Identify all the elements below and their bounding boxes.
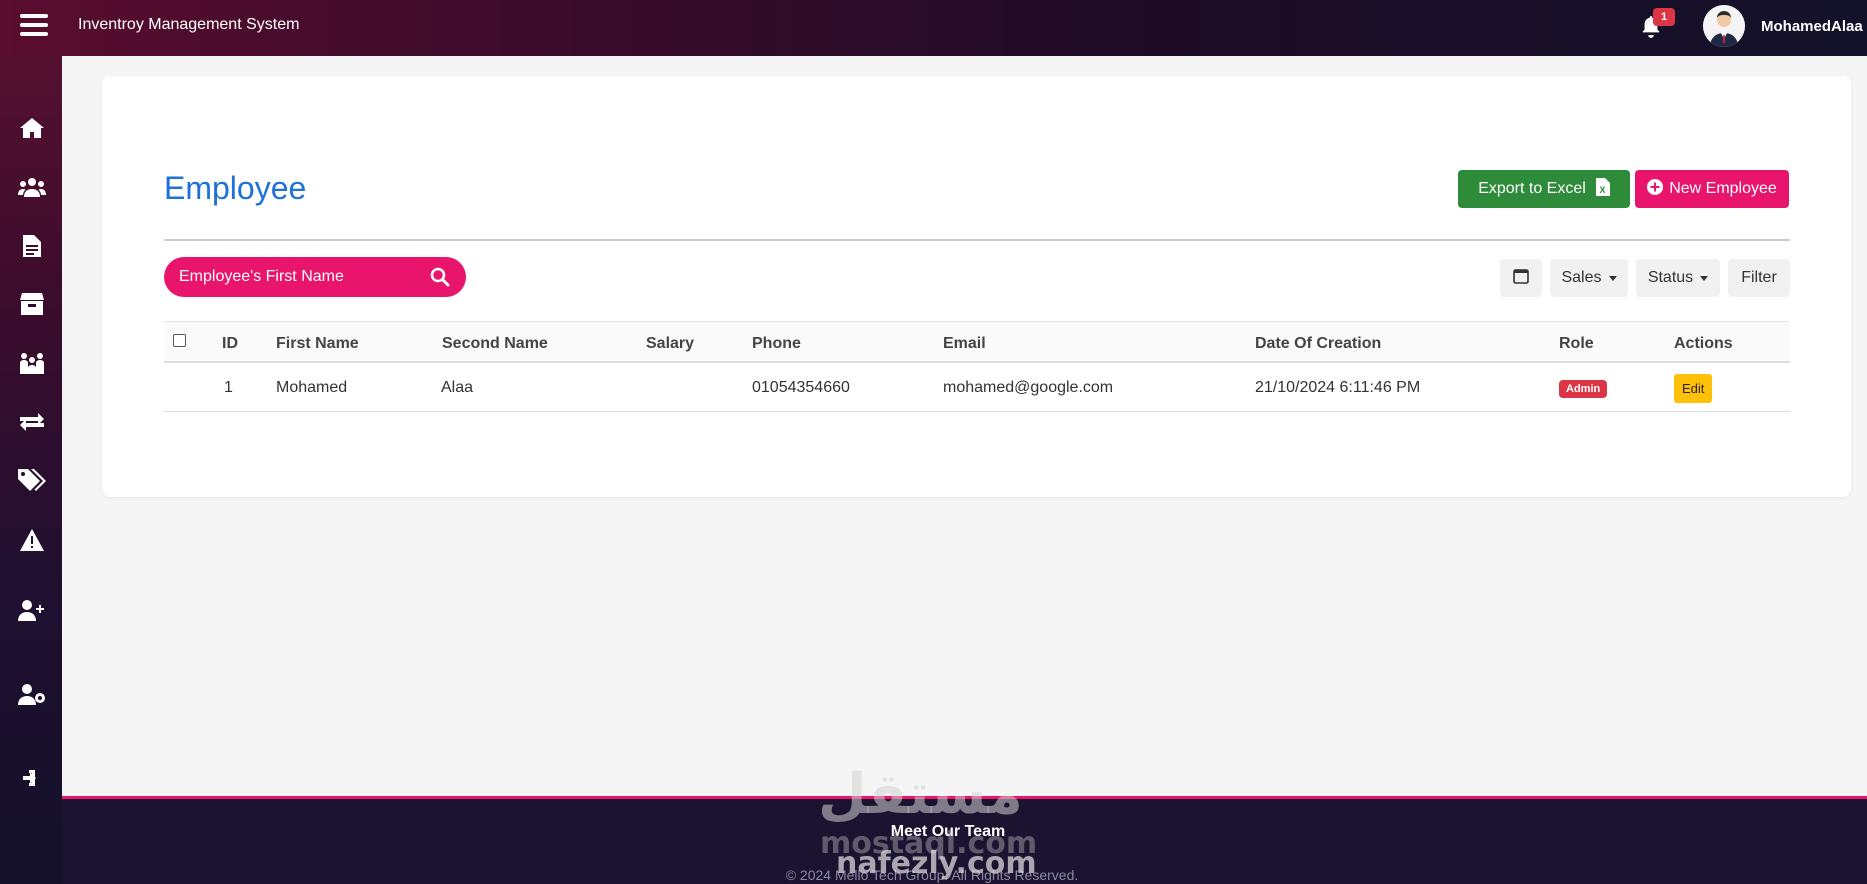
export-excel-label: Export to Excel (1478, 180, 1586, 197)
new-employee-label: New Employee (1669, 180, 1777, 197)
row-phone: 01054354660 (752, 379, 850, 396)
row-second-name: Alaa (441, 379, 474, 396)
role-badge: Admin (1559, 380, 1608, 398)
row-date-created: 21/10/2024 6:11:46 PM (1255, 379, 1421, 396)
svg-text:X: X (1599, 185, 1605, 195)
row-first-name: Mohamed (276, 379, 348, 396)
chevron-down-icon (1700, 275, 1709, 281)
plus-circle-icon (1647, 178, 1664, 200)
sales-dropdown[interactable]: Sales (1550, 259, 1628, 297)
excel-file-icon: X (1595, 177, 1610, 201)
row-email: mohamed@google.com (943, 379, 1114, 396)
page-title: Employee (164, 170, 307, 206)
search-icon[interactable] (430, 267, 450, 287)
table-row: 1 Mohamed Alaa 01054354660 mohamed@googl… (164, 363, 1790, 412)
tags-icon[interactable] (17, 467, 47, 495)
search-box (164, 257, 466, 297)
document-icon[interactable] (17, 232, 47, 260)
sales-dropdown-label: Sales (1561, 269, 1602, 286)
avatar[interactable] (1703, 5, 1745, 47)
export-excel-button[interactable]: Export to Excel X (1458, 170, 1630, 208)
user-plus-icon[interactable] (17, 596, 47, 624)
column-header-role: Role (1559, 335, 1594, 352)
logout-icon[interactable] (17, 764, 47, 792)
filter-button-label: Filter (1741, 269, 1777, 286)
title-divider (164, 239, 1790, 241)
team-icon[interactable] (17, 349, 47, 377)
column-header-first-name: First Name (276, 335, 359, 352)
app-title: Inventroy Management System (78, 16, 300, 33)
column-header-id: ID (222, 335, 238, 352)
user-settings-icon[interactable] (17, 680, 47, 708)
edit-button[interactable]: Edit (1674, 374, 1713, 403)
warning-icon[interactable] (17, 526, 47, 554)
column-header-date-of-creation: Date Of Creation (1255, 335, 1382, 352)
home-icon[interactable] (17, 114, 47, 142)
watermark-mostaql-arabic: مستقل (818, 762, 1023, 827)
employee-card: Employee Export to Excel X New Employee … (102, 76, 1851, 497)
menu-toggle-icon[interactable] (20, 14, 48, 38)
users-icon[interactable] (17, 173, 47, 201)
status-dropdown-label: Status (1647, 269, 1694, 286)
column-header-email: Email (943, 335, 986, 352)
calendar-icon (1513, 268, 1529, 289)
notification-count-badge: 1 (1653, 8, 1675, 26)
column-header-actions: Actions (1674, 335, 1733, 352)
top-navbar: Inventroy Management System 1 MohamedAla… (0, 0, 1867, 56)
box-icon[interactable] (17, 290, 47, 318)
new-employee-button[interactable]: New Employee (1635, 170, 1789, 208)
column-header-second-name: Second Name (442, 335, 548, 352)
select-all-checkbox[interactable] (173, 334, 186, 347)
username[interactable]: MohamedAlaa (1761, 18, 1863, 35)
calendar-button[interactable] (1500, 259, 1542, 297)
filter-button[interactable]: Filter (1728, 259, 1790, 297)
table-header: ID First Name Second Name Salary Phone E… (164, 321, 1790, 363)
status-dropdown[interactable]: Status (1636, 259, 1720, 297)
chevron-down-icon (1608, 275, 1617, 281)
search-input[interactable] (179, 257, 419, 297)
watermark-nafezly: nafezly.com (836, 846, 1037, 881)
row-id: 1 (224, 379, 233, 396)
transfer-icon[interactable] (17, 408, 47, 436)
column-header-phone: Phone (752, 335, 801, 352)
sidebar (0, 56, 62, 884)
column-header-salary: Salary (646, 335, 695, 352)
